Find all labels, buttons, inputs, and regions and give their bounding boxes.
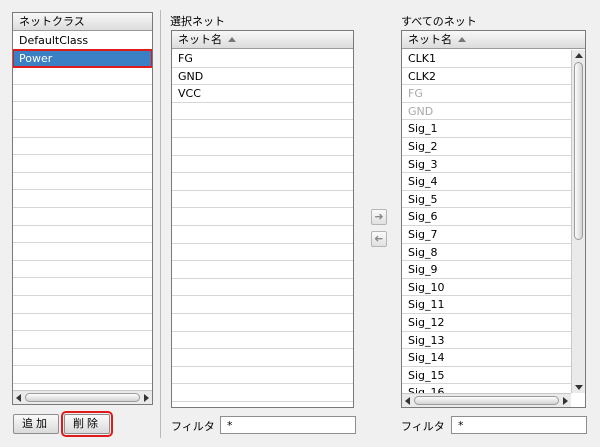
scroll-thumb[interactable] xyxy=(25,393,140,402)
arrow-left-icon: ➜ xyxy=(374,232,384,245)
scroll-down-icon[interactable] xyxy=(575,385,583,390)
scroll-right-icon[interactable] xyxy=(563,397,568,405)
empty-row xyxy=(172,120,353,138)
selected-net-item[interactable]: VCC xyxy=(172,85,353,103)
empty-row xyxy=(13,190,152,208)
empty-row xyxy=(13,208,152,226)
empty-row xyxy=(13,243,152,261)
all-nets-title: すべてのネット xyxy=(401,15,477,28)
all-net-item[interactable]: Sig_11 xyxy=(402,296,571,314)
empty-row xyxy=(172,279,353,297)
empty-row xyxy=(13,261,152,279)
all-net-item[interactable]: Sig_3 xyxy=(402,156,571,174)
empty-row xyxy=(172,296,353,314)
all-net-item[interactable]: CLK1 xyxy=(402,50,571,68)
selected-net-item[interactable]: FG xyxy=(172,50,353,68)
empty-row xyxy=(13,366,152,384)
all-net-item[interactable]: Sig_4 xyxy=(402,173,571,191)
add-net-button[interactable]: ➜ xyxy=(371,209,387,225)
all-net-item[interactable]: Sig_10 xyxy=(402,279,571,297)
scroll-left-icon[interactable] xyxy=(16,394,21,402)
netclass-item[interactable]: DefaultClass xyxy=(13,32,152,50)
arrow-right-icon: ➜ xyxy=(374,210,384,223)
empty-row xyxy=(172,208,353,226)
all-net-item[interactable]: Sig_14 xyxy=(402,349,571,367)
sort-ascending-icon xyxy=(458,37,466,42)
empty-row xyxy=(13,173,152,191)
all-net-item[interactable]: Sig_7 xyxy=(402,226,571,244)
sort-ascending-icon xyxy=(228,37,236,42)
all-nets-column-header[interactable]: ネット名 xyxy=(402,31,585,49)
netclass-list: DefaultClass Power xyxy=(13,32,152,390)
empty-row xyxy=(172,384,353,402)
all-net-item[interactable]: Sig_2 xyxy=(402,138,571,156)
empty-row xyxy=(13,331,152,349)
selected-nets-panel: ネット名 FG GND VCC xyxy=(171,30,354,408)
all-net-item[interactable]: Sig_16 xyxy=(402,384,571,393)
empty-row xyxy=(13,155,152,173)
divider xyxy=(160,10,161,438)
all-net-item[interactable]: Sig_8 xyxy=(402,244,571,262)
empty-row xyxy=(13,120,152,138)
empty-row xyxy=(172,314,353,332)
empty-row xyxy=(172,156,353,174)
empty-row xyxy=(172,332,353,350)
scroll-right-icon[interactable] xyxy=(144,394,149,402)
empty-row xyxy=(13,102,152,120)
all-nets-vscrollbar[interactable] xyxy=(571,50,585,393)
empty-row xyxy=(172,244,353,262)
all-nets-panel: ネット名 CLK1 CLK2 FG GND Sig_1 Sig_2 Sig_3 Sig_4 Si… xyxy=(401,30,586,408)
all-net-item[interactable]: GND xyxy=(402,103,571,121)
empty-row xyxy=(13,296,152,314)
empty-row xyxy=(172,103,353,121)
empty-row xyxy=(13,226,152,244)
all-nets-list: CLK1 CLK2 FG GND Sig_1 Sig_2 Sig_3 Sig_4 Sig_5 Si… xyxy=(402,50,571,393)
empty-row xyxy=(172,402,353,407)
all-net-item[interactable]: Sig_12 xyxy=(402,314,571,332)
netclass-header[interactable]: ネットクラス xyxy=(13,13,152,31)
empty-row xyxy=(172,367,353,385)
selected-nets-title: 選択ネット xyxy=(170,15,225,28)
empty-row xyxy=(172,173,353,191)
netclass-item[interactable]: Power xyxy=(13,48,152,69)
selected-nets-list: FG GND VCC xyxy=(172,50,353,407)
empty-row xyxy=(13,278,152,296)
empty-row xyxy=(13,349,152,367)
empty-row xyxy=(13,85,152,103)
netclass-hscrollbar[interactable] xyxy=(13,390,152,404)
all-net-item[interactable]: Sig_1 xyxy=(402,120,571,138)
netclass-panel: ネットクラス DefaultClass Power xyxy=(12,12,153,405)
all-net-item[interactable]: Sig_6 xyxy=(402,208,571,226)
selected-filter-input[interactable] xyxy=(220,416,356,434)
empty-row xyxy=(172,261,353,279)
all-net-item[interactable]: Sig_13 xyxy=(402,332,571,350)
empty-row xyxy=(13,314,152,332)
scroll-thumb[interactable] xyxy=(414,396,559,405)
scroll-left-icon[interactable] xyxy=(405,397,410,405)
delete-button[interactable]: 削除 xyxy=(61,411,113,437)
remove-net-button[interactable]: ➜ xyxy=(371,231,387,247)
empty-row xyxy=(172,226,353,244)
selected-net-item[interactable]: GND xyxy=(172,68,353,86)
all-net-item[interactable]: Sig_5 xyxy=(402,191,571,209)
all-nets-hscrollbar[interactable] xyxy=(402,393,571,407)
empty-row xyxy=(172,191,353,209)
add-button[interactable]: 追加 xyxy=(13,414,59,434)
all-filter-input[interactable] xyxy=(451,416,587,434)
all-net-item[interactable]: CLK2 xyxy=(402,68,571,86)
scroll-thumb[interactable] xyxy=(574,62,583,240)
empty-row xyxy=(172,349,353,367)
all-net-item[interactable]: FG xyxy=(402,85,571,103)
empty-row xyxy=(13,67,152,85)
selected-nets-column-header[interactable]: ネット名 xyxy=(172,31,353,49)
empty-row xyxy=(13,138,152,156)
all-net-item[interactable]: Sig_15 xyxy=(402,367,571,385)
all-net-item[interactable]: Sig_9 xyxy=(402,261,571,279)
scroll-up-icon[interactable] xyxy=(575,53,583,58)
all-filter-label: フィルタ xyxy=(401,420,445,433)
empty-row xyxy=(172,138,353,156)
selected-filter-label: フィルタ xyxy=(171,420,215,433)
